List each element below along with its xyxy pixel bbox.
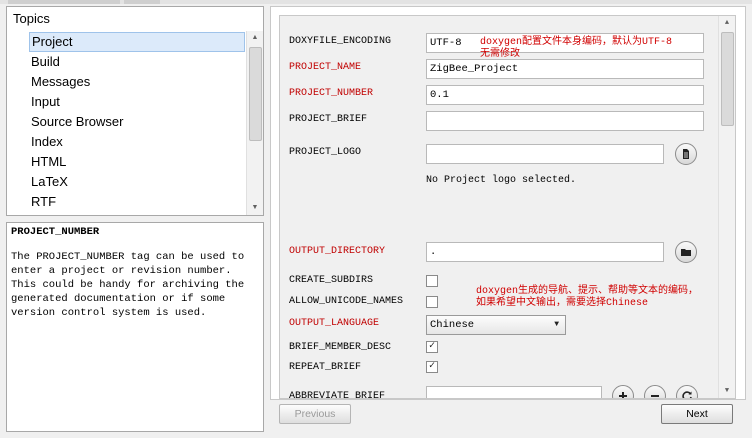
refresh-icon: [682, 391, 692, 398]
language-annotation: doxygen生成的导航、提示、帮助等文本的编码， 如果希望中文输出，需要选择C…: [476, 286, 698, 310]
brief-member-desc-label: BRIEF_MEMBER_DESC: [289, 342, 392, 353]
scroll-thumb[interactable]: [721, 32, 734, 126]
browse-logo-button[interactable]: [675, 143, 697, 165]
topic-item-rtf[interactable]: RTF: [7, 192, 245, 212]
scroll-thumb[interactable]: [249, 47, 262, 141]
help-panel: PROJECT_NUMBER The PROJECT_NUMBER tag ca…: [6, 222, 264, 432]
project-number-label: PROJECT_NUMBER: [289, 88, 374, 99]
next-button[interactable]: Next: [661, 404, 733, 424]
topics-header: Topics: [7, 7, 263, 32]
encoding-annotation: doxygen配置文件本身编码，默认为UTF-8 无需修改: [480, 37, 672, 61]
settings-panel: DOXYFILE_ENCODING UTF-8 PROJECT_NAME Zig…: [270, 6, 746, 400]
allow-unicode-names-checkbox[interactable]: [426, 296, 438, 308]
output-language-select[interactable]: Chinese ▼: [426, 315, 566, 335]
tab-strip-hint: [8, 0, 120, 4]
tab-strip-hint: [124, 0, 160, 4]
reset-list-button[interactable]: [676, 385, 698, 398]
brief-member-desc-checkbox[interactable]: ✓: [426, 341, 438, 353]
plus-icon: [619, 392, 627, 398]
repeat-brief-label: REPEAT_BRIEF: [289, 362, 362, 373]
project-brief-label: PROJECT_BRIEF: [289, 114, 368, 125]
minus-icon: [651, 395, 659, 397]
project-logo-field[interactable]: [426, 144, 664, 164]
folder-icon: [681, 249, 691, 256]
scroll-up-arrow-icon[interactable]: ▲: [719, 16, 735, 30]
create-subdirs-label: CREATE_SUBDIRS: [289, 275, 374, 286]
topic-item-project[interactable]: Project: [29, 32, 245, 52]
project-logo-label: PROJECT_LOGO: [289, 147, 362, 158]
doxyfile-encoding-label: DOXYFILE_ENCODING: [289, 36, 392, 47]
scroll-down-arrow-icon[interactable]: ▼: [719, 384, 735, 398]
help-text: The PROJECT_NUMBER tag can be used to en…: [11, 251, 245, 319]
allow-unicode-names-label: ALLOW_UNICODE_NAMES: [289, 296, 404, 307]
previous-button[interactable]: Previous: [279, 404, 351, 424]
topic-item-input[interactable]: Input: [7, 92, 245, 112]
encoding-annotation-line-2: 无需修改: [480, 49, 520, 60]
abbreviate-brief-field[interactable]: [426, 386, 602, 398]
topic-item-messages[interactable]: Messages: [7, 72, 245, 92]
scroll-down-arrow-icon[interactable]: ▼: [247, 201, 263, 215]
language-annotation-line-1: doxygen生成的导航、提示、帮助等文本的编码，: [476, 286, 699, 297]
topics-scrollbar[interactable]: ▲ ▼: [246, 31, 263, 215]
abbreviate-brief-label: ABBREVIATE_BRIEF: [289, 391, 386, 399]
settings-scrollbar[interactable]: ▲ ▼: [718, 16, 735, 398]
project-name-field[interactable]: ZigBee_Project: [426, 59, 704, 79]
topic-item-index[interactable]: Index: [7, 132, 245, 152]
topic-item-source-browser[interactable]: Source Browser: [7, 112, 245, 132]
language-annotation-line-2: 如果希望中文输出，需要选择Chinese: [476, 298, 649, 309]
settings-form: DOXYFILE_ENCODING UTF-8 PROJECT_NAME Zig…: [279, 15, 736, 399]
browse-output-directory-button[interactable]: [675, 241, 697, 263]
project-name-label: PROJECT_NAME: [289, 62, 362, 73]
remove-item-button[interactable]: [644, 385, 666, 398]
output-directory-label: OUTPUT_DIRECTORY: [289, 246, 386, 257]
encoding-annotation-line-1: doxygen配置文件本身编码，默认为UTF-8: [480, 37, 673, 48]
add-item-button[interactable]: [612, 385, 634, 398]
repeat-brief-checkbox[interactable]: ✓: [426, 361, 438, 373]
topic-item-html[interactable]: HTML: [7, 152, 245, 172]
topics-list: Project Build Messages Input Source Brow…: [7, 32, 245, 215]
output-language-value: Chinese: [430, 319, 475, 331]
topic-item-build[interactable]: Build: [7, 52, 245, 72]
scroll-up-arrow-icon[interactable]: ▲: [247, 31, 263, 45]
output-language-label: OUTPUT_LANGUAGE: [289, 318, 380, 329]
topic-item-latex[interactable]: LaTeX: [7, 172, 245, 192]
chevron-down-icon: ▼: [554, 320, 559, 329]
topics-panel: Topics Project Build Messages Input Sour…: [6, 6, 264, 216]
project-brief-field[interactable]: [426, 111, 704, 131]
output-directory-field[interactable]: .: [426, 242, 664, 262]
help-title: PROJECT_NUMBER: [11, 226, 100, 238]
create-subdirs-checkbox[interactable]: [426, 275, 438, 287]
project-number-field[interactable]: 0.1: [426, 85, 704, 105]
file-icon: [683, 149, 689, 159]
project-logo-status: No Project logo selected.: [426, 175, 577, 186]
